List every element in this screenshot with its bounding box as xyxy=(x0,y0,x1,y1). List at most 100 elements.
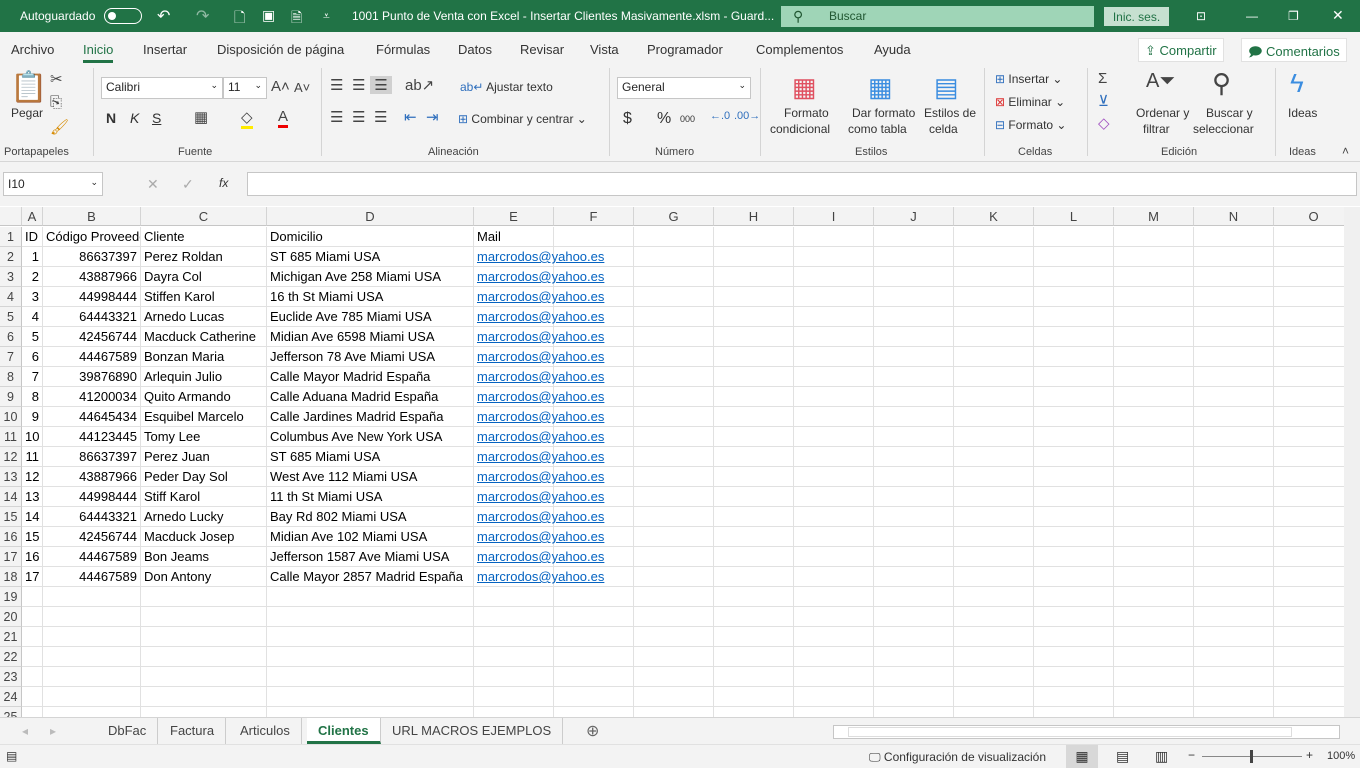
cell[interactable] xyxy=(794,707,874,717)
cell[interactable] xyxy=(874,447,954,467)
column-header-C[interactable]: C xyxy=(141,207,267,226)
cell[interactable]: 8 xyxy=(22,387,43,407)
cell[interactable]: ST 685 Miami USA xyxy=(267,247,474,267)
mail-link[interactable]: marcrodos@yahoo.es xyxy=(474,287,604,307)
cell[interactable] xyxy=(1194,527,1274,547)
cell[interactable] xyxy=(1274,307,1344,327)
sheet-tab-factura[interactable]: Factura xyxy=(159,718,227,744)
cell[interactable] xyxy=(43,647,141,667)
cell[interactable] xyxy=(1034,367,1114,387)
cell[interactable] xyxy=(874,607,954,627)
ideas-icon[interactable]: ϟ xyxy=(1290,68,1304,99)
cell[interactable] xyxy=(1034,527,1114,547)
cell[interactable] xyxy=(1114,587,1194,607)
font-name-select[interactable]: Calibri ⌄ xyxy=(101,77,223,99)
autosum-icon[interactable]: Σ xyxy=(1098,70,1107,87)
cell[interactable] xyxy=(794,407,874,427)
cell[interactable] xyxy=(1274,347,1344,367)
cell[interactable]: Peder Day Sol xyxy=(141,467,267,487)
cell[interactable]: Calle Aduana Madrid España xyxy=(267,387,474,407)
cell[interactable] xyxy=(1194,247,1274,267)
paste-icon[interactable]: 📋 xyxy=(10,70,47,105)
cell[interactable] xyxy=(1194,647,1274,667)
cell[interactable] xyxy=(554,647,634,667)
cut-icon[interactable]: ✂ xyxy=(50,70,63,88)
cell[interactable] xyxy=(267,627,474,647)
cell[interactable]: 43887966 xyxy=(43,267,141,287)
cell[interactable] xyxy=(954,327,1034,347)
cell[interactable]: 2 xyxy=(22,267,43,287)
format-as-table-label[interactable]: Dar formato xyxy=(852,106,915,120)
cell[interactable] xyxy=(554,247,634,267)
cell[interactable] xyxy=(794,607,874,627)
cell[interactable] xyxy=(714,587,794,607)
cell[interactable]: 4 xyxy=(22,307,43,327)
conditional-format-label[interactable]: Formato xyxy=(784,106,829,120)
sort-filter-icon[interactable]: A⏷ xyxy=(1146,70,1175,93)
horizontal-scrollbar[interactable] xyxy=(833,725,1340,739)
cell[interactable] xyxy=(954,707,1034,717)
cell[interactable] xyxy=(714,287,794,307)
cell[interactable] xyxy=(874,467,954,487)
mail-link[interactable]: marcrodos@yahoo.es xyxy=(474,407,604,427)
cell[interactable]: ST 685 Miami USA xyxy=(267,447,474,467)
cell[interactable] xyxy=(1194,327,1274,347)
zoom-slider-thumb[interactable] xyxy=(1250,750,1253,763)
cell[interactable]: 64443321 xyxy=(43,507,141,527)
italic-button[interactable]: K xyxy=(130,110,139,126)
zoom-in-icon[interactable]: + xyxy=(1306,748,1313,762)
cell[interactable] xyxy=(141,647,267,667)
row-header[interactable]: 22 xyxy=(0,647,22,667)
cell[interactable] xyxy=(1114,607,1194,627)
sort-filter-label[interactable]: Ordenar y xyxy=(1136,106,1189,120)
cell[interactable] xyxy=(634,507,714,527)
cell[interactable]: Cliente xyxy=(141,227,267,247)
cell[interactable] xyxy=(794,447,874,467)
cell[interactable] xyxy=(1194,667,1274,687)
font-size-select[interactable]: 11 ⌄ xyxy=(223,77,267,99)
cell[interactable] xyxy=(554,327,634,347)
tab-insertar[interactable]: Insertar xyxy=(143,42,187,57)
find-select-label-2[interactable]: seleccionar xyxy=(1193,122,1254,136)
cell[interactable] xyxy=(1274,287,1344,307)
cell[interactable] xyxy=(1034,627,1114,647)
sheet-tab-dbfac[interactable]: DbFac xyxy=(97,718,159,744)
merge-center-button[interactable]: ⊞ Combinar y centrar ⌄ xyxy=(458,112,587,126)
cell[interactable] xyxy=(1114,667,1194,687)
column-header-I[interactable]: I xyxy=(794,207,874,226)
next-sheet-icon[interactable]: ▸ xyxy=(50,724,56,738)
cell[interactable] xyxy=(874,287,954,307)
tab-revisar[interactable]: Revisar xyxy=(520,42,564,57)
cell[interactable] xyxy=(874,547,954,567)
cell[interactable] xyxy=(714,607,794,627)
cell[interactable] xyxy=(714,527,794,547)
cell[interactable] xyxy=(1114,387,1194,407)
cell[interactable]: Macduck Josep xyxy=(141,527,267,547)
cell[interactable] xyxy=(954,547,1034,567)
cell[interactable] xyxy=(1034,507,1114,527)
cell-styles-label[interactable]: Estilos de xyxy=(924,106,976,120)
tab-complementos[interactable]: Complementos xyxy=(756,42,843,57)
cell[interactable] xyxy=(1034,587,1114,607)
cell[interactable] xyxy=(714,387,794,407)
cell[interactable] xyxy=(43,627,141,647)
cell[interactable] xyxy=(954,587,1034,607)
cell[interactable] xyxy=(1034,247,1114,267)
cell[interactable] xyxy=(554,387,634,407)
cell[interactable] xyxy=(634,227,714,247)
sheet-tab-articulos[interactable]: Articulos xyxy=(229,718,302,744)
align-middle-icon[interactable]: ☰ xyxy=(352,76,365,94)
cell[interactable] xyxy=(267,707,474,717)
spreadsheet-grid[interactable]: A B C D E F G H I J K L M N O 1 ID Código Proveedor Client… xyxy=(0,207,1344,717)
cell[interactable]: Arnedo Lucky xyxy=(141,507,267,527)
cell[interactable] xyxy=(1034,327,1114,347)
sort-filter-label-2[interactable]: filtrar xyxy=(1143,122,1170,136)
tab-disposición-de-página[interactable]: Disposición de página xyxy=(217,42,344,57)
cell[interactable] xyxy=(714,467,794,487)
cell[interactable] xyxy=(794,287,874,307)
cell[interactable] xyxy=(714,707,794,717)
cell[interactable] xyxy=(874,487,954,507)
cell[interactable] xyxy=(1194,267,1274,287)
cell[interactable] xyxy=(954,227,1034,247)
cell[interactable] xyxy=(1274,447,1344,467)
